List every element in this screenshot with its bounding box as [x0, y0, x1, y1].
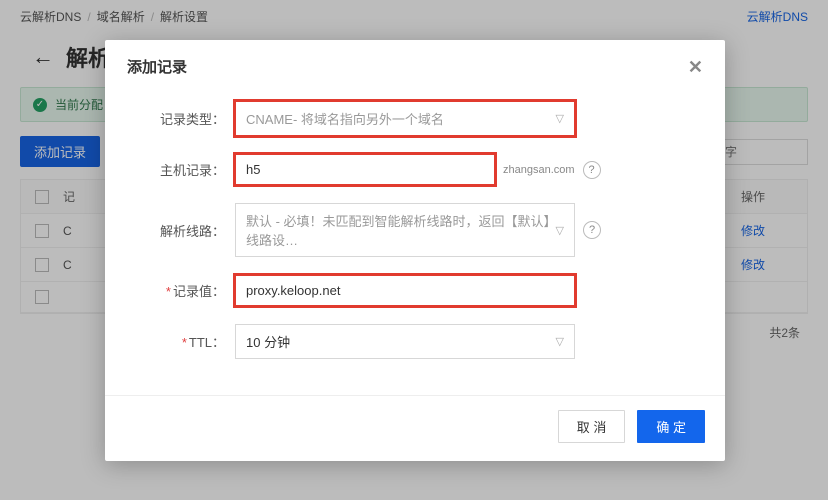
modal-header: 添加记录 ✕ — [105, 40, 725, 91]
record-value-text: proxy.keloop.net — [246, 283, 340, 298]
modal-title: 添加记录 — [127, 56, 187, 77]
resolve-line-value: 默认 - 必填！未匹配到智能解析线路时，返回【默认】线路设… — [246, 211, 556, 249]
required-marker: * — [182, 335, 187, 350]
form-row-host: 主机记录： h5 zhangsan.com ? — [135, 154, 695, 185]
form-row-ttl: *TTL： 10 分钟 ▽ — [135, 324, 695, 359]
chevron-down-icon: ▽ — [556, 335, 564, 348]
required-marker: * — [166, 284, 171, 299]
modal-body: 记录类型： CNAME- 将域名指向另外一个域名 ▽ 主机记录： h5 zhan… — [105, 91, 725, 395]
record-value-input[interactable]: proxy.keloop.net — [235, 275, 575, 306]
cancel-button[interactable]: 取 消 — [558, 410, 626, 443]
host-suffix: zhangsan.com — [503, 164, 575, 176]
label-host: 主机记录： — [135, 160, 235, 179]
help-icon[interactable]: ? — [583, 161, 601, 179]
help-icon[interactable]: ? — [583, 221, 601, 239]
resolve-line-select[interactable]: 默认 - 必填！未匹配到智能解析线路时，返回【默认】线路设… ▽ — [235, 203, 575, 257]
record-type-value: CNAME- 将域名指向另外一个域名 — [246, 109, 444, 128]
host-record-input[interactable]: h5 — [235, 154, 495, 185]
label-ttl-text: TTL： — [189, 335, 225, 350]
chevron-down-icon: ▽ — [556, 224, 564, 237]
form-row-line: 解析线路： 默认 - 必填！未匹配到智能解析线路时，返回【默认】线路设… ▽ ? — [135, 203, 695, 257]
label-line: 解析线路： — [135, 221, 235, 240]
ttl-value: 10 分钟 — [246, 332, 290, 351]
label-ttl: *TTL： — [135, 332, 235, 351]
form-row-value: *记录值： proxy.keloop.net — [135, 275, 695, 306]
modal-footer: 取 消 确 定 — [105, 395, 725, 461]
label-record-value-text: 记录值： — [173, 284, 225, 299]
close-icon[interactable]: ✕ — [688, 58, 703, 76]
chevron-down-icon: ▽ — [556, 112, 564, 125]
label-record-value: *记录值： — [135, 281, 235, 300]
record-type-select[interactable]: CNAME- 将域名指向另外一个域名 ▽ — [235, 101, 575, 136]
ok-button[interactable]: 确 定 — [637, 410, 705, 443]
host-record-value: h5 — [246, 162, 260, 177]
label-record-type: 记录类型： — [135, 109, 235, 128]
ttl-select[interactable]: 10 分钟 ▽ — [235, 324, 575, 359]
form-row-type: 记录类型： CNAME- 将域名指向另外一个域名 ▽ — [135, 101, 695, 136]
add-record-modal: 添加记录 ✕ 记录类型： CNAME- 将域名指向另外一个域名 ▽ 主机记录： … — [105, 40, 725, 461]
